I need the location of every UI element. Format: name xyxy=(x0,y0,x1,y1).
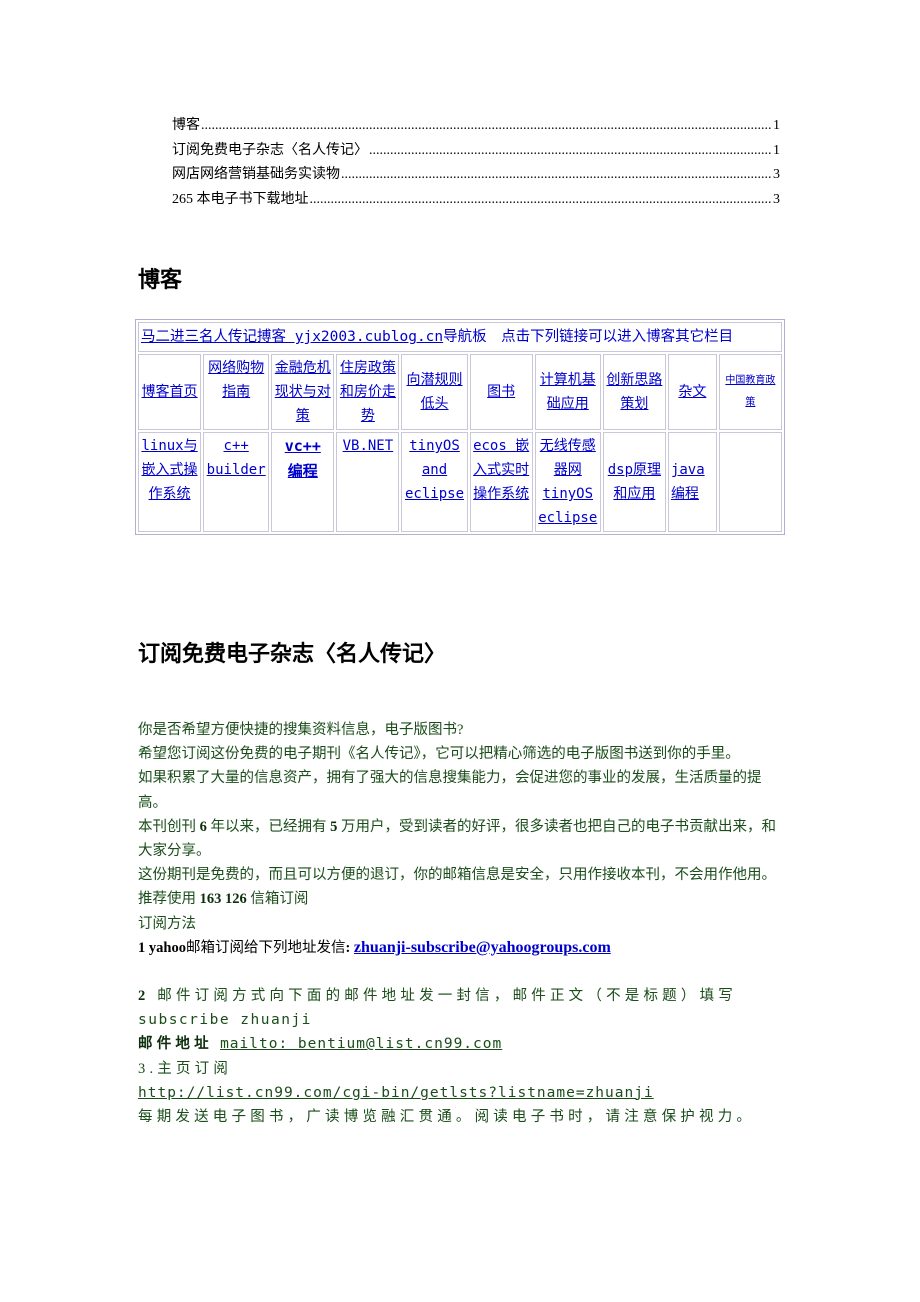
text: 本刊创刊 xyxy=(138,818,200,835)
nav-cell: VB.NET xyxy=(336,432,400,532)
paragraph: 推荐使用 163 126 信箱订阅 xyxy=(138,887,786,911)
method-2-text: 邮件订阅方式向下面的邮件地址发一封信，邮件正文（不是标题）填写 xyxy=(149,988,737,1005)
toc-page: 3 xyxy=(773,191,780,207)
section-heading-blog: 博客 xyxy=(138,268,183,293)
toc-leader xyxy=(369,143,772,159)
paragraph: 订阅方法 xyxy=(138,915,196,932)
paragraph: 这份期刊是免费的，而且可以方便的退订，你的邮箱信息是安全，只用作接收本刊，不会用… xyxy=(138,867,776,884)
nav-link-books[interactable]: 图书 xyxy=(487,384,515,400)
nav-cell: ecos 嵌入式实时操作系统 xyxy=(469,432,533,532)
toc-leader xyxy=(201,118,772,134)
method-1: 1 yahoo邮箱订阅给下列地址发信: zhuanji-subscribe@ya… xyxy=(138,936,786,960)
nav-header-text: 导航板 点击下列链接可以进入博客其它栏目 xyxy=(443,329,734,345)
yahoo-subscribe-email-link[interactable]: zhuanji-subscribe@yahoogroups.com xyxy=(354,939,611,956)
nav-link-education-policy[interactable]: 中国教育政策 xyxy=(725,375,775,408)
nav-cell: 博客首页 xyxy=(138,354,202,430)
paragraph: 本刊创刊 6 年以来，已经拥有 5 万用户，受到读者的好评，很多读者也把自己的电… xyxy=(138,815,786,863)
nav-link-financial-crisis[interactable]: 金融危机现状与对策 xyxy=(275,360,331,424)
method-2-address: 邮件地址 mailto: bentium@list.cn99.com xyxy=(138,1032,786,1056)
method-3-label: 3.主页订阅 xyxy=(138,1060,233,1077)
toc-entry[interactable]: 订阅免费电子杂志〈名人传记〉 1 xyxy=(172,139,780,164)
method-3-url-line: http://list.cn99.com/cgi-bin/getlsts?lis… xyxy=(138,1081,786,1105)
nav-link-linux-embedded[interactable]: linux与嵌入式操作系统 xyxy=(141,438,197,502)
method-2: 2 邮件订阅方式向下面的邮件地址发一封信，邮件正文（不是标题）填写 xyxy=(138,984,786,1008)
nav-cell: 网络购物指南 xyxy=(203,354,270,430)
method-2-num: 2 xyxy=(138,988,150,1005)
nav-cell: 图书 xyxy=(469,354,533,430)
closing-text: 每期发送电子图书，广读博览融汇贯通。阅读电子书时，请注意保护视力。 xyxy=(138,1109,756,1126)
paragraph: 如果积累了大量的信息资产，拥有了强大的信息搜集能力，会促进您的事业的发展，生活质… xyxy=(138,770,762,811)
nav-cell: 无线传感器网 tinyOS eclipse xyxy=(534,432,601,532)
address-label: 邮件地址 xyxy=(138,1036,213,1053)
toc-entry[interactable]: 265 本电子书下载地址 3 xyxy=(172,188,780,213)
nav-cell: 向潜规则低头 xyxy=(401,354,468,430)
subscribe-article: 你是否希望方便快捷的搜集资料信息，电子版图书? 希望您订阅这份免费的电子期刊《名… xyxy=(138,718,786,1129)
toc-title: 网店网络营销基础务实读物 xyxy=(172,167,340,182)
toc-page: 1 xyxy=(773,118,780,133)
blog-nav-table: 马二进三名人传记搏客 yjx2003.cublog.cn导航板 点击下列链接可以… xyxy=(135,319,785,535)
nav-link-shopping-guide[interactable]: 网络购物指南 xyxy=(208,360,264,400)
toc-title: 265 本电子书下载地址 xyxy=(172,191,309,207)
nav-link-housing-policy[interactable]: 住房政策和房价走势 xyxy=(340,360,396,424)
nav-link-ecos[interactable]: ecos 嵌入式实时操作系统 xyxy=(473,438,529,502)
nav-cell: 住房政策和房价走势 xyxy=(336,354,400,430)
nav-link-essays[interactable]: 杂文 xyxy=(678,384,706,400)
text: 年以来，已经拥有 xyxy=(206,818,331,835)
homepage-subscribe-link[interactable]: http://list.cn99.com/cgi-bin/getlsts?lis… xyxy=(138,1085,654,1101)
toc-entry[interactable]: 网店网络营销基础务实读物 3 xyxy=(172,163,780,188)
toc-title: 博客 xyxy=(172,118,200,133)
toc-leader xyxy=(341,167,772,183)
toc-leader xyxy=(310,192,773,208)
nav-cell: java 编程 xyxy=(667,432,717,532)
nav-cell: 计算机基础应用 xyxy=(534,354,601,430)
nav-row: 博客首页 网络购物指南 金融危机现状与对策 住房政策和房价走势 向潜规则低头 图… xyxy=(138,354,782,430)
section-heading-subscribe: 订阅免费电子杂志〈名人传记〉 xyxy=(138,642,447,667)
toc-title: 订阅免费电子杂志〈名人传记〉 xyxy=(172,142,368,158)
nav-cell: c++ builder xyxy=(203,432,270,532)
nav-link-vcpp[interactable]: vc++ 编程 xyxy=(285,437,321,480)
nav-cell: tinyOS and eclipse xyxy=(401,432,468,532)
text: 信箱订阅 xyxy=(246,891,309,908)
years-count: 6 xyxy=(199,818,207,835)
nav-link-vbnet[interactable]: VB.NET xyxy=(343,438,394,454)
nav-cell-empty xyxy=(718,432,782,532)
nav-link-computer-basics[interactable]: 计算机基础应用 xyxy=(540,372,596,412)
text: 推荐使用 xyxy=(138,891,200,908)
nav-cell: 杂文 xyxy=(667,354,717,430)
blog-home-link[interactable]: 马二进三名人传记搏客 yjx2003.cublog.cn xyxy=(141,329,443,345)
nav-link-dsp[interactable]: dsp原理和应用 xyxy=(608,462,661,502)
nav-link-cpp-builder[interactable]: c++ builder xyxy=(207,438,266,478)
toc-page: 3 xyxy=(773,167,780,182)
nav-cell: 中国教育政策 xyxy=(718,354,782,430)
paragraph: 希望您订阅这份免费的电子期刊《名人传记》，它可以把精心筛选的电子版图书送到你的手… xyxy=(138,746,740,763)
mailto-link[interactable]: mailto: bentium@list.cn99.com xyxy=(220,1036,502,1052)
table-of-contents: 博客 1 订阅免费电子杂志〈名人传记〉 1 网店网络营销基础务实读物 3 265… xyxy=(172,114,780,212)
nav-link-wireless-sensor[interactable]: 无线传感器网 tinyOS eclipse xyxy=(538,438,597,526)
paragraph: 你是否希望方便快捷的搜集资料信息，电子版图书? xyxy=(138,722,464,738)
nav-cell: vc++ 编程 xyxy=(271,432,335,532)
toc-entry[interactable]: 博客 1 xyxy=(172,114,780,139)
nav-link-innovation[interactable]: 创新思路策划 xyxy=(606,372,662,412)
method-1-text: 邮箱订阅给下列地址发信 xyxy=(185,939,346,956)
nav-link-java[interactable]: java 编程 xyxy=(671,462,705,502)
nav-cell: dsp原理和应用 xyxy=(602,432,666,532)
nav-row: linux与嵌入式操作系统 c++ builder vc++ 编程 VB.NET… xyxy=(138,432,782,532)
nav-link-blog-home[interactable]: 博客首页 xyxy=(142,384,198,400)
colon: : xyxy=(345,939,354,956)
nav-link-tinyos-eclipse[interactable]: tinyOS and eclipse xyxy=(405,438,464,502)
method-2-body: subscribe zhuanji xyxy=(138,1012,312,1029)
nav-cell: 创新思路策划 xyxy=(602,354,666,430)
method-1-num: 1 yahoo xyxy=(138,939,186,956)
nav-cell: 金融危机现状与对策 xyxy=(271,354,335,430)
nav-cell: linux与嵌入式操作系统 xyxy=(138,432,202,532)
nav-header: 马二进三名人传记搏客 yjx2003.cublog.cn导航板 点击下列链接可以… xyxy=(138,322,782,352)
toc-page: 1 xyxy=(773,142,780,158)
nav-link-hidden-rules[interactable]: 向潜规则低头 xyxy=(407,372,463,412)
recommended-mailboxes: 163 126 xyxy=(199,891,247,908)
